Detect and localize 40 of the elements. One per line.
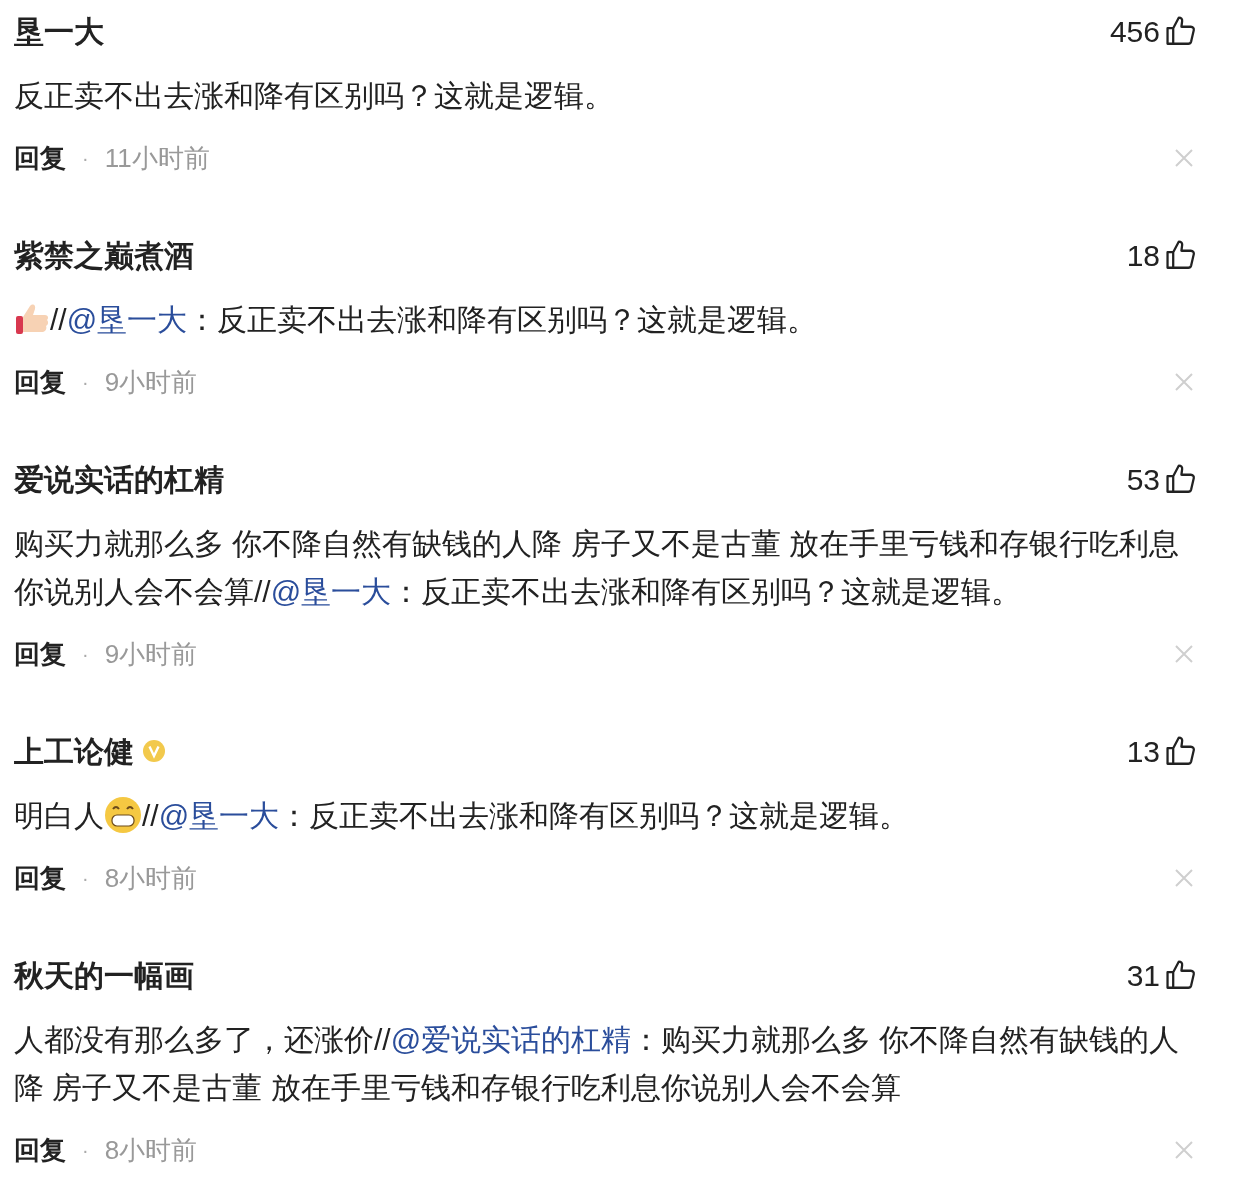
separator-dot: · <box>82 642 89 667</box>
comment-text: //@垦一大：反正卖不出去涨和降有区别吗？这就是逻辑。 <box>14 296 1202 344</box>
comment-text: 明白人 //@垦一大：反正卖不出去涨和降有区别吗？这就是逻辑。 <box>14 792 1202 840</box>
comment-text: 人都没有那么多了，还涨价//@爱说实话的杠精：购买力就那么多 你不降自然有缺钱的人降 房子又不是古董 放在手里亏钱和存银行吃利息你说别人会不会算 <box>14 1022 1181 1106</box>
reply-button[interactable]: 回复 <box>14 362 66 402</box>
mention-link[interactable]: @垦一大 <box>158 799 280 832</box>
reply-button[interactable]: 回复 <box>14 634 66 674</box>
grin-emoji-icon <box>104 796 142 834</box>
thumbs-up-icon[interactable] <box>1164 14 1198 48</box>
reply-button[interactable]: 回复 <box>14 138 66 178</box>
username[interactable]: 爱说实话的杠精 <box>14 456 224 502</box>
mention-link[interactable]: @垦一大 <box>66 303 188 336</box>
timestamp: 9小时前 <box>104 637 198 671</box>
username[interactable]: 紫禁之巅煮酒 <box>14 232 194 278</box>
timestamp: 8小时前 <box>104 861 198 895</box>
like-count: 13 <box>1126 733 1160 770</box>
mention-link[interactable]: @垦一大 <box>270 575 392 608</box>
separator-dot: · <box>82 866 89 891</box>
comment-text: 反正卖不出去涨和降有区别吗？这就是逻辑。 <box>14 78 615 114</box>
reply-button[interactable]: 回复 <box>14 858 66 898</box>
timestamp: 9小时前 <box>104 365 198 399</box>
mention-link[interactable]: @爱说实话的杠精 <box>390 1023 632 1056</box>
comment-text: 购买力就那么多 你不降自然有缺钱的人降 房子又不是古董 放在手里亏钱和存银行吃利息你说别人会不会算//@垦一大：反正卖不出去涨和降有区别吗？这就是逻辑。 <box>14 526 1180 610</box>
like-count: 18 <box>1126 237 1160 274</box>
separator-dot: · <box>82 370 89 395</box>
reply-button[interactable]: 回复 <box>14 1130 66 1170</box>
separator-dot: · <box>82 1138 89 1163</box>
username[interactable]: 上工论健 <box>14 728 134 774</box>
thumbs-up-icon[interactable] <box>1164 958 1198 992</box>
separator-dot: · <box>82 146 89 171</box>
like-count: 53 <box>1126 461 1160 498</box>
username[interactable]: 垦一大 <box>14 8 104 54</box>
thumbs-up-icon[interactable] <box>1164 734 1198 768</box>
timestamp: 8小时前 <box>104 1133 198 1167</box>
username[interactable]: 秋天的一幅画 <box>14 952 194 998</box>
thumbs-up-icon[interactable] <box>1164 462 1198 496</box>
timestamp: 11小时前 <box>104 141 210 175</box>
like-count: 31 <box>1126 957 1160 994</box>
thumbs-up-icon[interactable] <box>1164 238 1198 272</box>
like-count: 456 <box>1109 13 1160 50</box>
